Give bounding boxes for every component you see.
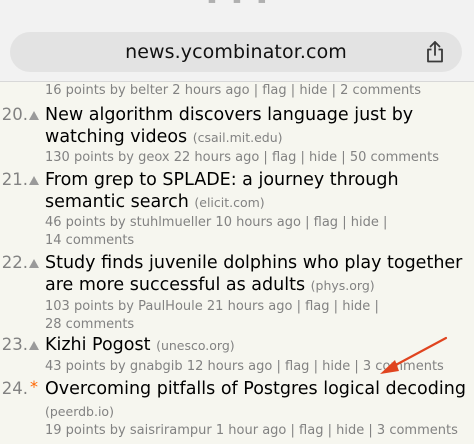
story-user-link[interactable]: belter [130,83,168,98]
story-rank: 24. [1,379,28,398]
story-rank: 22. [1,253,28,272]
story-user-link[interactable]: PaulHoule [138,299,203,314]
status-strip: ▪ ▪ ▪ [60,0,420,7]
story-title: Kizhi Pogost (unesco.org) [45,334,470,357]
by-label: by [109,423,126,438]
story-title-link[interactable]: Kizhi Pogost [45,335,150,355]
browser-top-bar: ▪ ▪ ▪ news.ycombinator.com [0,0,474,81]
story-age-link[interactable]: 1 hour ago [216,423,286,438]
story-user-link[interactable]: saisrirampur [130,423,212,438]
story-domain-link[interactable]: (phys.org) [311,278,375,293]
hide-link[interactable]: hide [351,215,379,230]
story-domain-link[interactable]: (elicit.com) [194,195,264,210]
story-age-link[interactable]: 22 hours ago [174,150,260,165]
separator: | [327,423,332,438]
story-user-link[interactable]: gnabgib [130,359,183,374]
hide-link[interactable]: hide [342,299,370,314]
address-bar[interactable]: news.ycombinator.com [10,32,462,72]
story-domain-link[interactable]: (csail.mit.edu) [193,130,283,145]
hide-link[interactable]: hide [336,423,364,438]
story-subtext: 43 points by gnabgib 12 hours ago | flag… [45,358,470,376]
story-rank: 23. [1,335,28,354]
story-age-link[interactable]: 2 hours ago [172,83,249,98]
story-user-link[interactable]: stuhlmueller [130,215,211,230]
separator: | [290,423,295,438]
story-title: Study finds juvenile dolphins who play t… [45,252,470,297]
separator: | [253,83,259,98]
flag-link[interactable]: flag [314,215,338,230]
by-label: by [118,299,134,314]
story-subtext: 130 points by geox 22 hours ago | flag |… [45,149,470,167]
flag-link[interactable]: flag [299,423,323,438]
hide-link[interactable]: hide [322,359,350,374]
hide-link[interactable]: hide [299,83,327,98]
address-bar-url[interactable]: news.ycombinator.com [10,32,462,72]
story-title: From grep to SPLADE: a journey through s… [45,169,470,214]
story-user-link[interactable]: geox [138,150,170,165]
share-icon[interactable] [424,40,446,64]
upvote-arrow-icon[interactable] [28,258,42,272]
comments-link[interactable]: 28 comments [45,317,134,332]
separator: | [342,215,347,230]
separator: | [368,423,373,438]
upvote-arrow-icon[interactable] [28,110,42,124]
story-points: 46 points [45,215,106,230]
story-subtext: 46 points by stuhlmueller 10 hours ago |… [45,214,470,250]
separator: | [276,359,281,374]
story-points: 19 points [45,423,106,438]
separator: | [374,299,379,314]
story-points: 43 points [45,359,106,374]
by-label: by [109,215,126,230]
separator: | [382,215,388,230]
story-age-link[interactable]: 10 hours ago [215,215,301,230]
story-age-link[interactable]: 12 hours ago [187,359,273,374]
story-domain-link[interactable]: (peerdb.io) [45,404,114,419]
by-label: by [109,359,126,374]
separator: | [263,150,268,165]
flag-link[interactable]: flag [285,359,309,374]
upvote-arrow-icon[interactable] [28,340,42,354]
story-points: 103 points [45,299,114,314]
story-subtext: 19 points by saisrirampur 1 hour ago | f… [45,422,470,440]
separator: | [341,150,346,165]
by-label: by [109,83,126,98]
story-rank: 21. [1,170,28,189]
comments-link[interactable]: 3 comments [377,423,458,438]
separator: | [331,83,336,98]
story-subtext: 16 points by belter 2 hours ago | flag |… [45,82,470,100]
story-domain-link[interactable]: (unesco.org) [156,338,235,353]
story-points: 130 points [45,150,114,165]
separator: | [300,150,305,165]
story-title: Overcoming pitfalls of Postgres logical … [45,378,470,423]
separator: | [354,359,359,374]
flag-link[interactable]: flag [305,299,329,314]
story-age-link[interactable]: 21 hours ago [207,299,293,314]
new-star-icon: * [30,377,38,396]
upvote-arrow-icon[interactable] [28,175,42,189]
comments-link[interactable]: 50 comments [350,150,439,165]
separator: | [305,215,310,230]
flag-link[interactable]: flag [272,150,296,165]
story-points: 16 points [45,83,106,98]
separator: | [290,83,296,98]
story-subtext: 103 points by PaulHoule 21 hours ago | f… [45,298,470,334]
comments-link[interactable]: 14 comments [45,233,134,248]
story-title-link[interactable]: Overcoming pitfalls of Postgres logical … [45,379,466,399]
story-title-link[interactable]: Study finds juvenile dolphins who play t… [45,253,462,295]
comments-link[interactable]: 2 comments [340,83,421,98]
by-label: by [118,150,134,165]
separator: | [296,299,301,314]
story-rank: 20. [1,105,28,124]
comments-link[interactable]: 3 comments [363,359,444,374]
story-title: New algorithm discovers language just by… [45,104,470,149]
separator: | [333,299,339,314]
separator: | [313,359,318,374]
flag-link[interactable]: flag [262,83,286,98]
hide-link[interactable]: hide [309,150,337,165]
